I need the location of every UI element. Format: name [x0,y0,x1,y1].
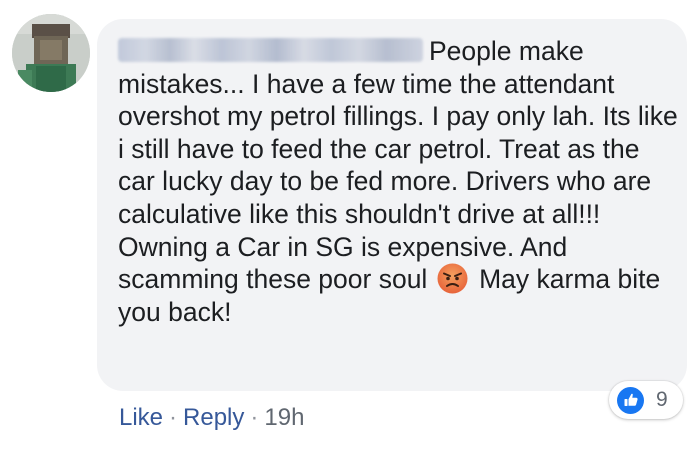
comment-text-body: mistakes... I have a few time the attend… [118,68,678,295]
reply-link[interactable]: Reply [183,404,244,431]
reaction-summary[interactable]: 9 [609,381,683,419]
angry-face-icon [437,263,468,294]
comment-actions: Like · Reply · 19h [119,404,304,432]
avatar-image [12,14,90,92]
avatar[interactable] [12,14,90,92]
like-link[interactable]: Like [119,404,163,431]
comment-bubble: People make mistakes... I have a few tim… [97,19,687,391]
comment-text-first: People make [429,36,584,66]
reaction-count: 9 [656,388,668,411]
separator: · [250,404,259,431]
author-name[interactable] [118,38,423,62]
like-reaction-icon [617,386,644,414]
comment-text: People make mistakes... I have a few tim… [118,35,678,328]
timestamp[interactable]: 19h [264,404,304,431]
separator: · [169,404,178,431]
